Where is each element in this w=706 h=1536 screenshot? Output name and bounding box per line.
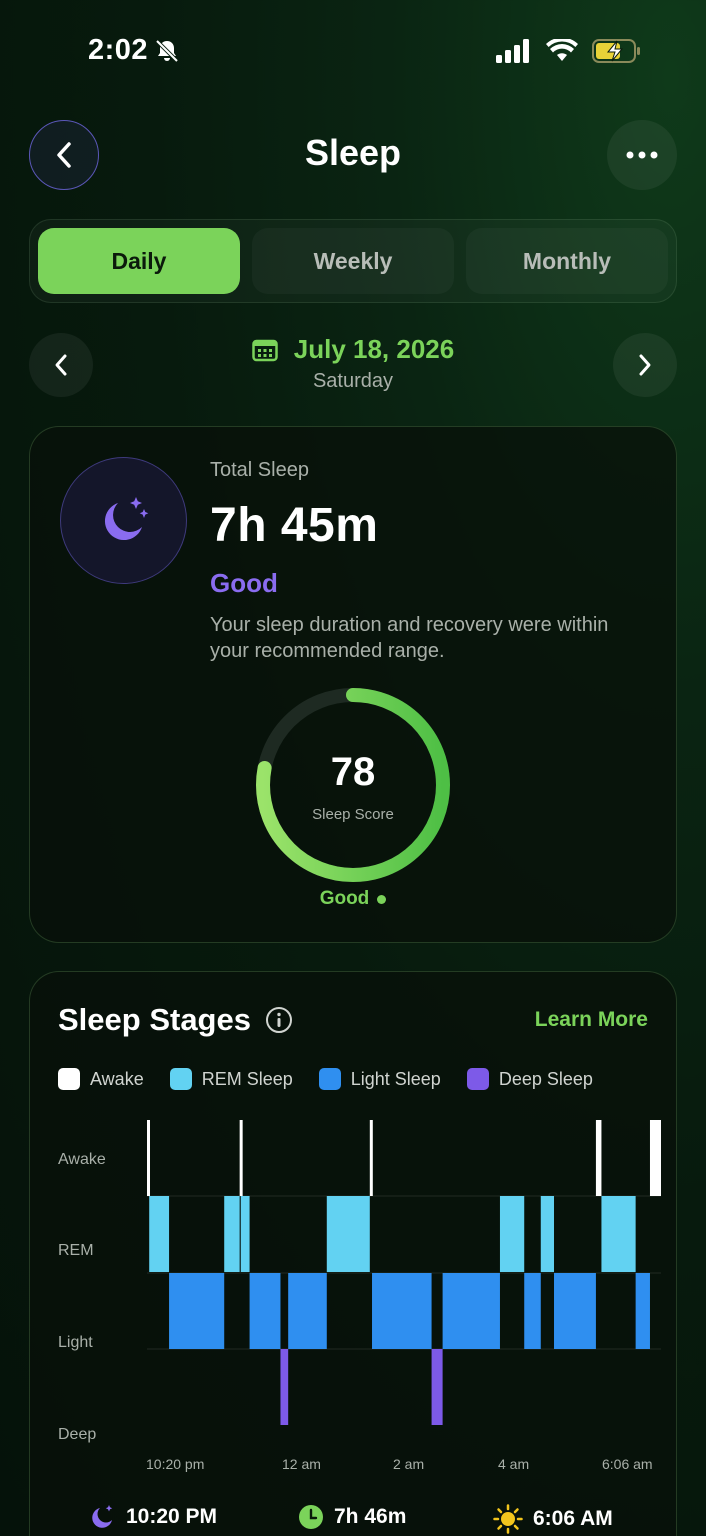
status-time: 2:02 — [88, 34, 149, 66]
stage-bar-rem — [499, 1196, 525, 1272]
wake-stat: 6:06 AM — [493, 1504, 613, 1534]
stage-bar-awake — [239, 1120, 243, 1196]
sleep-score-value: 78 — [330, 750, 376, 794]
tab-monthly[interactable]: Monthly — [466, 228, 668, 294]
stage-bar-rem — [240, 1196, 250, 1272]
total-sleep-value: 7h 45m — [210, 499, 379, 552]
signal-icon — [496, 39, 529, 63]
calendar-icon — [252, 339, 278, 361]
x-label-start: 10:20 pm — [146, 1456, 205, 1472]
page-title: Sleep — [304, 132, 402, 173]
legend-awake: Awake — [58, 1068, 144, 1090]
legend-rem: REM Sleep — [169, 1068, 293, 1090]
next-date-button[interactable] — [613, 333, 677, 397]
info-icon[interactable] — [265, 1006, 293, 1034]
status-icons — [496, 38, 642, 64]
x-label-2am: 2 am — [393, 1456, 425, 1472]
stages-legend: Awake REM Sleep Light Sleep Deep Sleep — [58, 1068, 593, 1090]
moon-badge — [60, 457, 187, 584]
sleep-stages-chart — [147, 1120, 661, 1425]
sleep-quality: Good — [210, 568, 278, 598]
bedtime-value: 10:20 PM — [126, 1505, 218, 1528]
wake-value: 6:06 AM — [533, 1507, 613, 1530]
x-label-4am: 4 am — [498, 1456, 530, 1472]
learn-more-link[interactable]: Learn More — [535, 1008, 648, 1032]
chevron-right-icon — [639, 354, 651, 376]
bedtime-stat: 10:20 PM — [90, 1504, 217, 1530]
sun-icon — [493, 1504, 523, 1534]
legend-deep: Deep Sleep — [466, 1068, 593, 1090]
sleep-description: Your sleep duration and recovery were wi… — [210, 614, 609, 662]
stage-bar-rem — [540, 1196, 555, 1272]
legend-swatch — [318, 1068, 341, 1090]
battery-charging-icon — [592, 39, 640, 63]
more-options-button[interactable] — [607, 120, 677, 190]
stage-bar-rem — [224, 1196, 240, 1272]
selected-weekday: Saturday — [312, 370, 394, 392]
stage-bar-light — [554, 1273, 596, 1349]
sleep-stages-title: Sleep Stages — [58, 1002, 251, 1037]
tab-weekly[interactable]: Weekly — [252, 228, 454, 294]
stage-bar-awake — [595, 1120, 602, 1196]
legend-label: Awake — [90, 1068, 144, 1089]
sleep-stages-heading: Sleep Stages — [58, 1002, 293, 1038]
status-dot — [377, 894, 387, 904]
legend-label: Deep Sleep — [498, 1068, 593, 1089]
sleep-score-label: Sleep Score — [312, 806, 394, 823]
stage-bar-rem — [149, 1196, 170, 1272]
x-label-12am: 12 am — [282, 1456, 321, 1472]
wifi-icon — [546, 39, 578, 61]
stage-bar-light — [169, 1273, 225, 1349]
date-selector[interactable]: July 18, 2026 — [0, 334, 706, 365]
stage-bar-light — [249, 1273, 281, 1349]
stage-bar-light — [635, 1273, 650, 1349]
legend-light: Light Sleep — [318, 1068, 441, 1090]
stage-bar-light — [372, 1273, 432, 1349]
tab-daily[interactable]: Daily — [38, 228, 240, 294]
stage-bar-awake — [649, 1120, 661, 1196]
sleep-score-status-text: Good — [319, 888, 370, 909]
stage-bar-rem — [601, 1196, 636, 1272]
legend-label: REM Sleep — [201, 1068, 293, 1089]
moon-stars-icon — [92, 1505, 113, 1528]
stage-bar-rem — [326, 1196, 370, 1272]
stage-bar-deep — [431, 1349, 443, 1425]
period-tabs: Daily Weekly Monthly — [29, 219, 677, 303]
stage-bar-light — [288, 1273, 327, 1349]
stage-bar-awake — [369, 1120, 373, 1196]
clock-icon — [299, 1505, 323, 1529]
stage-bar-light — [524, 1273, 541, 1349]
legend-swatch — [169, 1068, 192, 1090]
bell-muted-icon — [154, 38, 180, 69]
duration-stat: 7h 46m — [298, 1504, 406, 1530]
legend-label: Light Sleep — [350, 1068, 441, 1089]
selected-date: July 18, 2026 — [293, 334, 455, 364]
sleep-score-status: Good — [252, 888, 454, 910]
x-label-end: 6:06 am — [602, 1456, 653, 1472]
stage-bar-deep — [280, 1349, 289, 1425]
duration-value: 7h 46m — [334, 1505, 407, 1528]
total-sleep-label: Total Sleep — [210, 459, 309, 481]
stage-bar-awake — [147, 1120, 150, 1196]
stage-bar-light — [442, 1273, 500, 1349]
legend-swatch — [58, 1068, 80, 1090]
legend-swatch — [466, 1068, 489, 1090]
more-dots-icon — [626, 151, 658, 159]
moon-stars-icon — [104, 496, 148, 540]
